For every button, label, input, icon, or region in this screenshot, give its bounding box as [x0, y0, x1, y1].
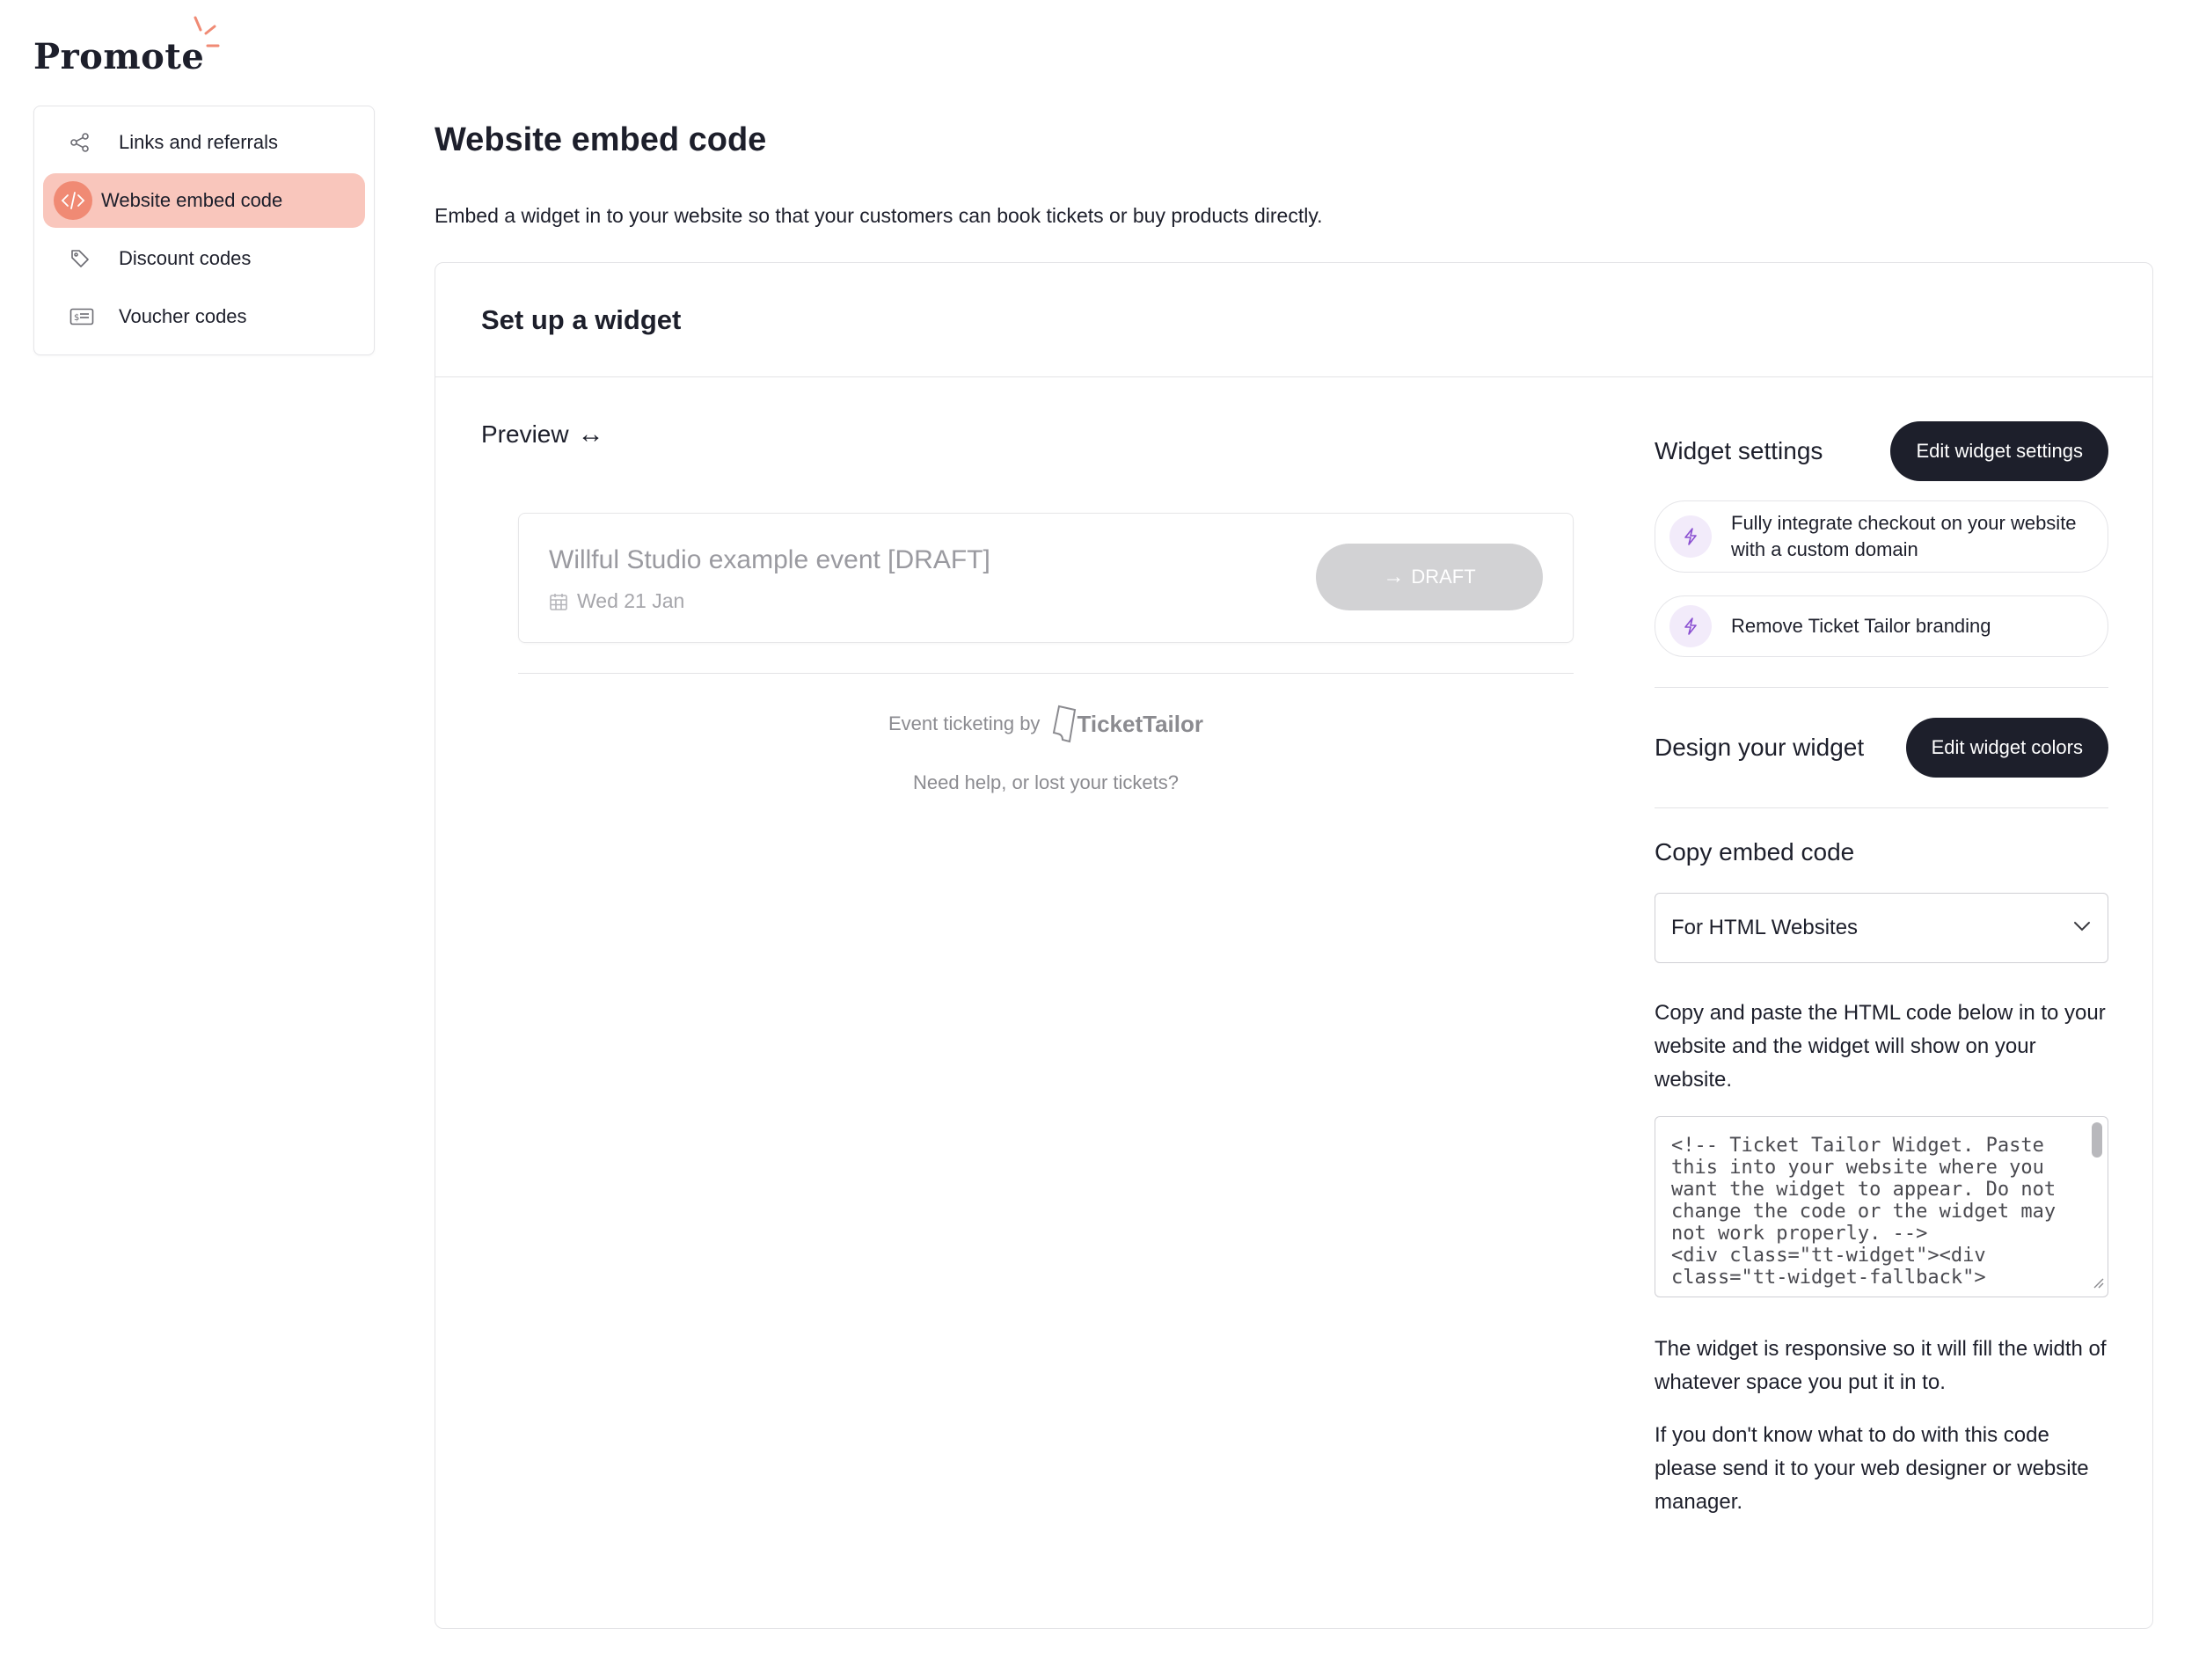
divider [1655, 687, 2108, 688]
responsive-info: The widget is responsive so it will fill… [1655, 1337, 2107, 1394]
page-subtitle: Embed a widget in to your website so tha… [435, 204, 1323, 227]
scrollbar[interactable] [2092, 1122, 2102, 1158]
upsell-text: Fully integrate checkout on your website… [1731, 512, 2077, 560]
sidebar-item-website-embed-code[interactable]: Website embed code [43, 173, 365, 228]
sidebar-item-links-and-referrals[interactable]: Links and referrals [43, 115, 365, 170]
copy-embed-code-label: Copy embed code [1655, 838, 1855, 866]
preview-divider [518, 673, 1574, 674]
design-widget-label: Design your widget [1655, 734, 1865, 761]
svg-text:$: $ [74, 313, 79, 323]
brand-name: TicketTailor [1077, 710, 1203, 737]
ticket-icon [1053, 705, 1077, 743]
embed-code-textarea[interactable]: <!-- Ticket Tailor Widget. Paste this in… [1655, 1116, 2108, 1297]
event-date: Wed 21 Jan [549, 589, 684, 613]
chevron-down-icon [2072, 920, 2092, 937]
design-widget-header: Design your widget Edit widget colors [1655, 718, 2108, 778]
event-title: Willful Studio example event [DRAFT] [549, 545, 990, 574]
sidebar-item-label: Website embed code [101, 189, 283, 211]
sidebar-item-voucher-codes[interactable]: $ Voucher codes [43, 289, 365, 344]
calendar-icon [549, 592, 568, 611]
page: Promote Links and referrals Website embe… [0, 0, 2199, 1680]
copy-instructions: Copy and paste the HTML code below in to… [1655, 1001, 2106, 1092]
spark-icon [194, 16, 220, 47]
upsell-remove-branding[interactable]: Remove Ticket Tailor branding [1655, 595, 2108, 657]
widget-card: Set up a widget Preview ↔ Willful Studio… [435, 262, 2153, 1629]
powered-by: Event ticketing by TicketTailor [518, 703, 1574, 745]
arrow-right-icon: → [1383, 565, 1405, 588]
card-title: Set up a widget [481, 303, 682, 335]
upsell-custom-domain[interactable]: Fully integrate checkout on your website… [1655, 500, 2108, 573]
designer-info: If you don't know what to do with this c… [1655, 1423, 2089, 1514]
sidebar: Links and referrals Website embed code D… [33, 106, 375, 355]
divider [1655, 807, 2108, 808]
event-date-text: Wed 21 Jan [577, 589, 685, 612]
sidebar-item-label: Discount codes [119, 247, 252, 269]
lightning-icon [1669, 605, 1712, 647]
event-preview-card: Willful Studio example event [DRAFT] Wed… [518, 513, 1574, 643]
tickettailor-logo[interactable]: TicketTailor [1050, 703, 1203, 745]
share-icon [69, 132, 99, 153]
draft-button[interactable]: → DRAFT [1316, 544, 1543, 610]
help-link[interactable]: Need help, or lost your tickets? [518, 771, 1574, 794]
edit-widget-colors-button[interactable]: Edit widget colors [1905, 718, 2108, 778]
draft-button-label: DRAFT [1411, 566, 1476, 588]
embed-code-text: <!-- Ticket Tailor Widget. Paste this in… [1671, 1135, 2057, 1289]
upsell-text: Remove Ticket Tailor branding [1731, 615, 1991, 637]
lightning-icon [1669, 515, 1712, 558]
card-header: Set up a widget [435, 263, 2152, 377]
widget-settings-label: Widget settings [1655, 437, 1823, 464]
resize-handle-icon[interactable] [2092, 1276, 2104, 1293]
settings-column: Widget settings Edit widget settings Ful… [1655, 421, 2108, 1519]
edit-widget-settings-button[interactable]: Edit widget settings [1890, 421, 2108, 481]
code-icon [54, 181, 92, 220]
embed-type-select-value: For HTML Websites [1671, 916, 1859, 939]
sidebar-item-label: Links and referrals [119, 131, 278, 153]
tag-icon [69, 248, 99, 269]
widget-settings-header: Widget settings Edit widget settings [1655, 421, 2108, 481]
powered-by-text: Event ticketing by [888, 712, 1041, 734]
page-title: Website embed code [435, 121, 767, 158]
sidebar-item-label: Voucher codes [119, 305, 247, 327]
expand-horizontal-icon: ↔ [577, 420, 604, 449]
preview-label-text: Preview [481, 420, 569, 448]
voucher-icon: $ [69, 307, 99, 326]
sidebar-item-discount-codes[interactable]: Discount codes [43, 231, 365, 286]
embed-type-select[interactable]: For HTML Websites [1655, 893, 2108, 963]
preview-label[interactable]: Preview ↔ [481, 420, 604, 449]
